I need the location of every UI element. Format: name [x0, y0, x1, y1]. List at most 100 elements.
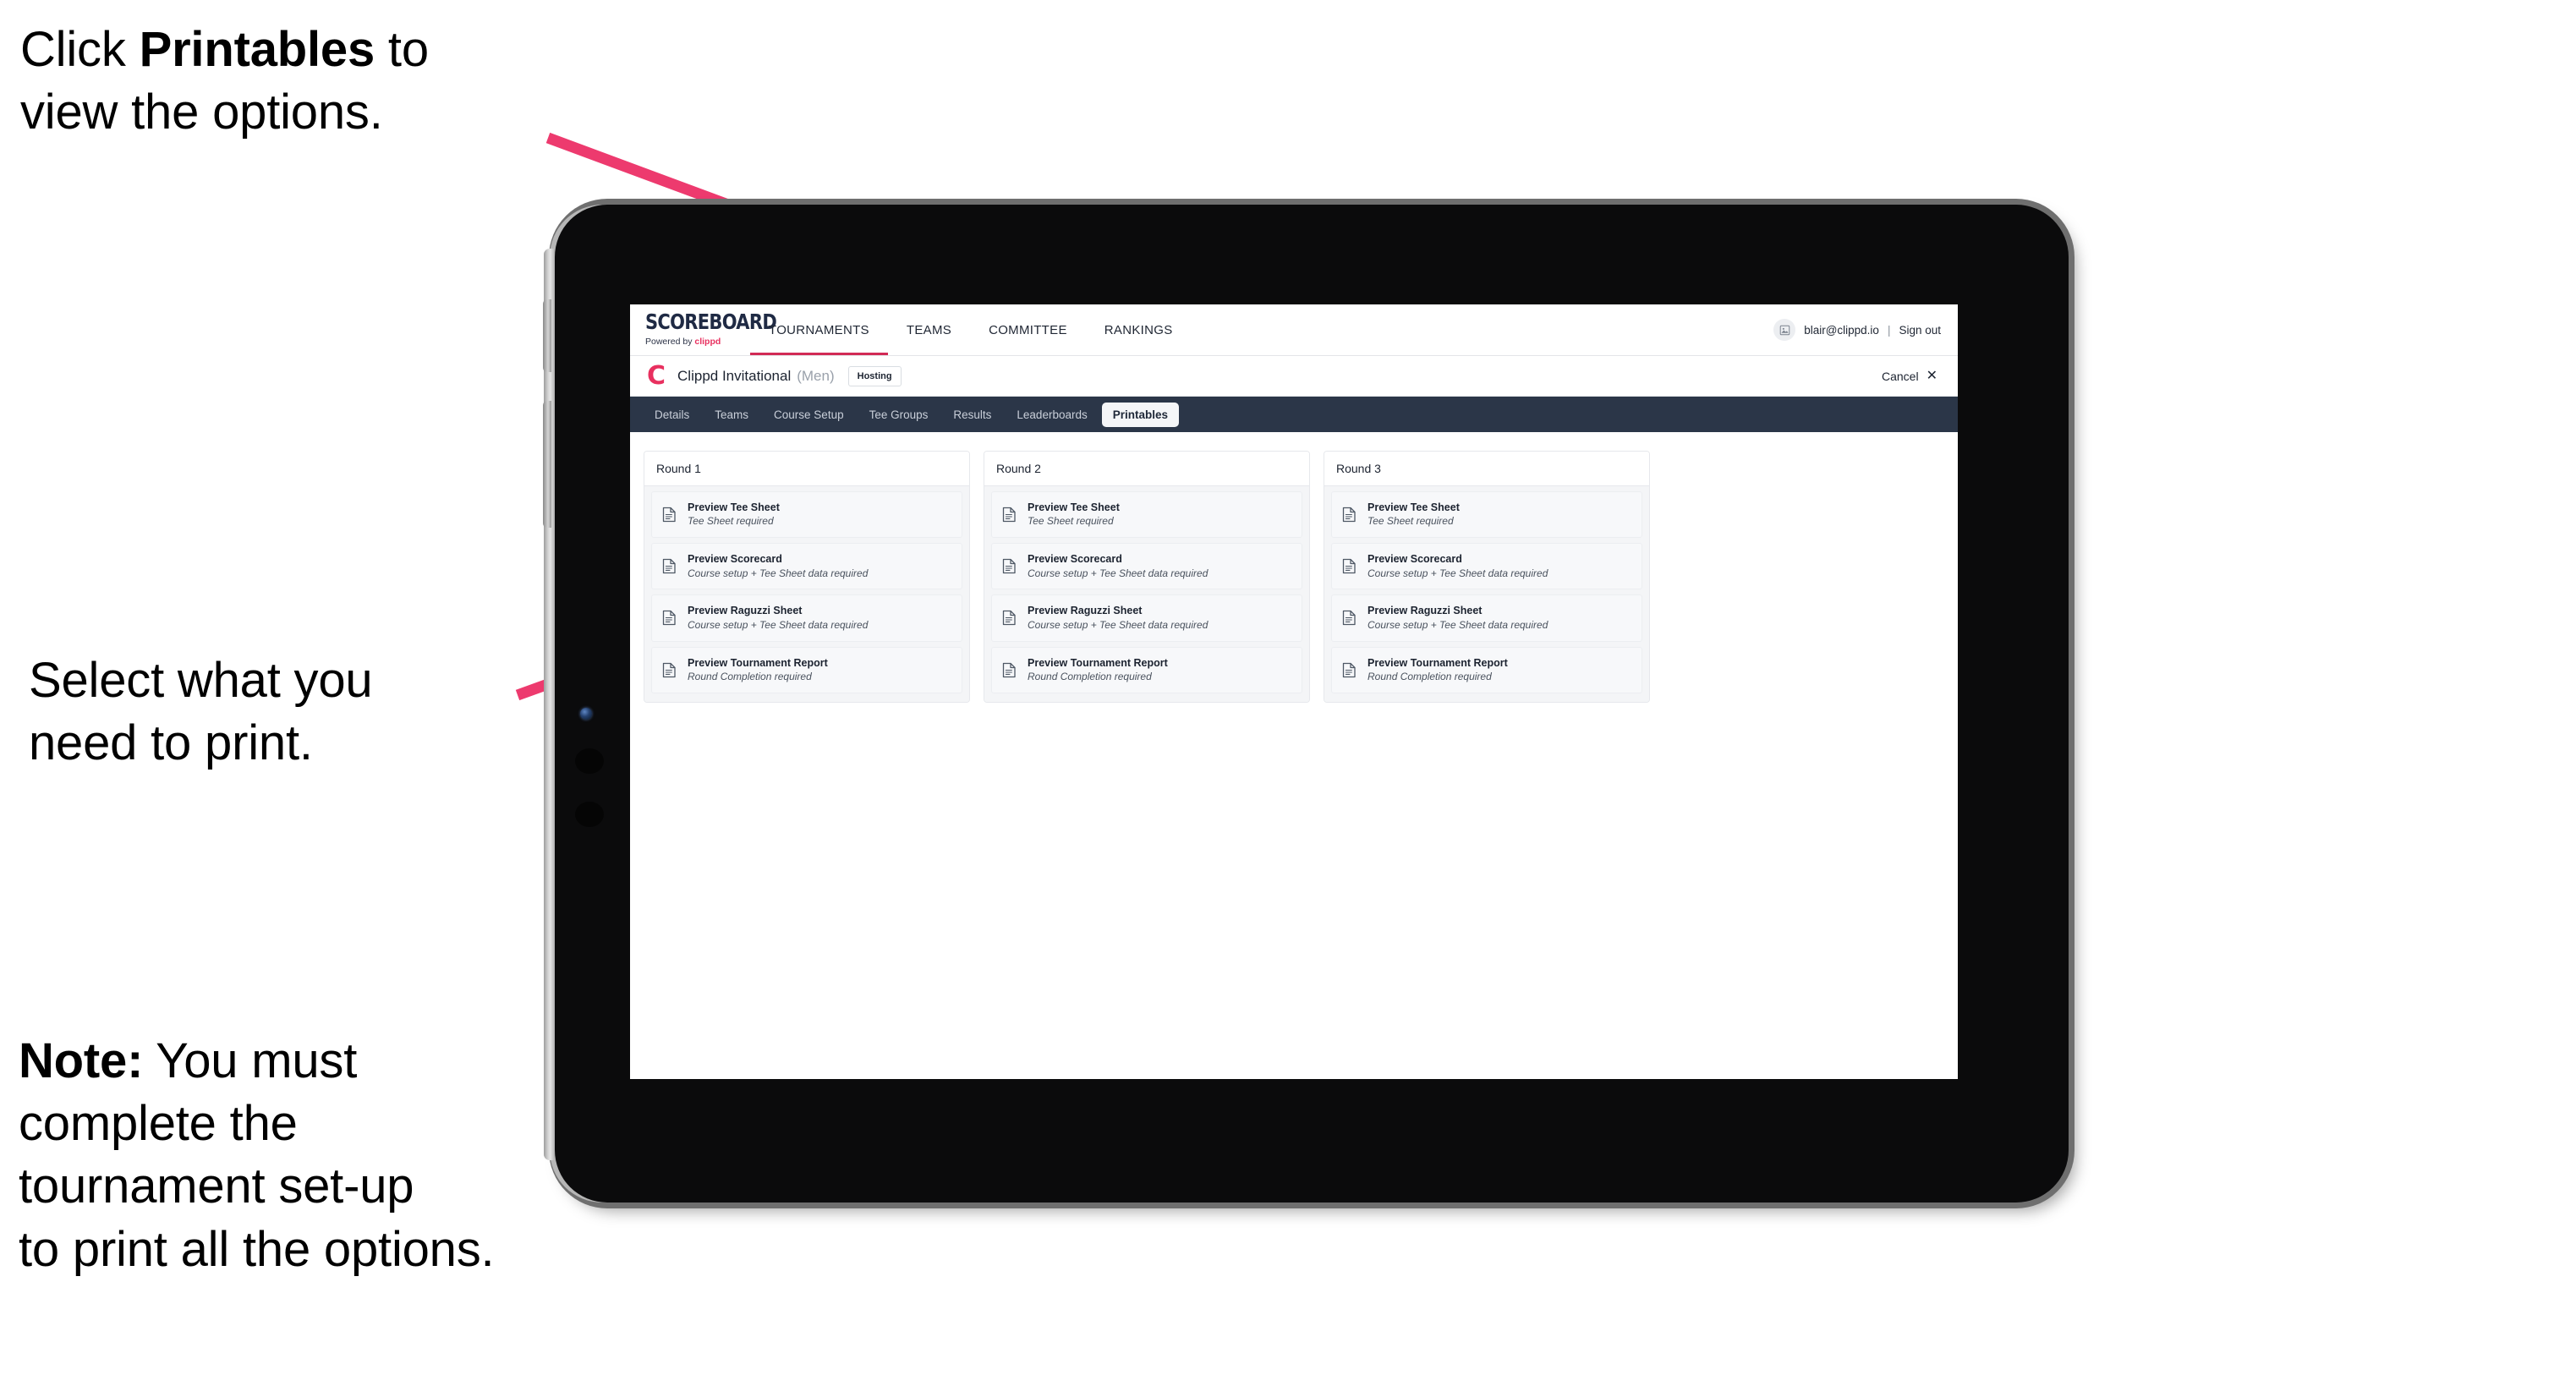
document-icon [660, 610, 677, 627]
print-option-requirement: Course setup + Tee Sheet data required [1028, 618, 1209, 631]
print-option-text: Preview Tournament Report Round Completi… [1367, 657, 1508, 683]
print-option-title: Preview Tee Sheet [688, 501, 780, 513]
brand-powered-by: Powered by clippd [645, 337, 750, 347]
account-area: blair@clippd.io | Sign out [1773, 304, 1958, 355]
section-tab-bar: Details Teams Course Setup Tee Groups Re… [630, 397, 1958, 432]
print-option-text: Preview Tournament Report Round Completi… [1028, 657, 1168, 683]
round-2-items: Preview Tee Sheet Tee Sheet required Pre… [984, 486, 1309, 702]
scoreboard-logo[interactable]: SCOREBOARD Powered by clippd [630, 304, 777, 355]
close-x-icon: ✕ [1926, 368, 1937, 383]
tournament-title-bar: C Clippd Invitational (Men) Hosting Canc… [630, 356, 1958, 397]
round-column-3: Round 3 Preview Tee Sheet Tee Sheet requ… [1324, 451, 1650, 703]
nav-item-rankings[interactable]: RANKINGS [1086, 304, 1192, 355]
document-icon [1340, 610, 1357, 627]
print-option-scorecard[interactable]: Preview Scorecard Course setup + Tee She… [991, 543, 1302, 590]
print-option-requirement: Round Completion required [1367, 670, 1492, 682]
round-1-heading: Round 1 [644, 452, 969, 486]
print-option-title: Preview Tee Sheet [1367, 501, 1460, 513]
print-option-requirement: Round Completion required [688, 670, 812, 682]
nav-item-committee[interactable]: COMMITTEE [970, 304, 1086, 355]
document-icon [1340, 558, 1357, 575]
user-email: blair@clippd.io [1804, 323, 1879, 337]
print-option-title: Preview Scorecard [1028, 553, 1122, 566]
print-option-requirement: Round Completion required [1028, 670, 1152, 682]
document-icon [1000, 661, 1017, 678]
print-option-tee-sheet[interactable]: Preview Tee Sheet Tee Sheet required [991, 491, 1302, 539]
print-option-text: Preview Scorecard Course setup + Tee She… [688, 553, 868, 579]
bezel-sensor-dot-1 [575, 748, 604, 774]
print-option-tee-sheet[interactable]: Preview Tee Sheet Tee Sheet required [1331, 491, 1642, 539]
print-option-requirement: Tee Sheet required [1367, 515, 1454, 528]
tab-details[interactable]: Details [644, 403, 700, 427]
annotation-top-bold: Printables [139, 22, 375, 77]
sign-out-link[interactable]: Sign out [1899, 324, 1941, 337]
print-option-title: Preview Tournament Report [1028, 656, 1168, 669]
powered-brand: clippd [694, 336, 721, 347]
annotation-select-to-print: Select what you need to print. [29, 653, 373, 771]
tablet-volume-button[interactable] [543, 299, 551, 372]
tab-printables[interactable]: Printables [1101, 402, 1180, 427]
print-option-tournament-report[interactable]: Preview Tournament Report Round Completi… [1331, 646, 1642, 693]
tournament-name: Clippd Invitational [677, 367, 792, 384]
tournament-gender: (Men) [797, 367, 835, 384]
print-option-title: Preview Raguzzi Sheet [1028, 605, 1143, 617]
nav-item-tournaments[interactable]: TOURNAMENTS [750, 304, 888, 355]
tablet-left-rail [544, 249, 555, 1160]
print-option-scorecard[interactable]: Preview Scorecard Course setup + Tee She… [1331, 543, 1642, 590]
print-option-tournament-report[interactable]: Preview Tournament Report Round Completi… [651, 646, 962, 693]
print-option-tournament-report[interactable]: Preview Tournament Report Round Completi… [991, 646, 1302, 693]
document-icon [1000, 610, 1017, 627]
annotation-click-printables: Click Printables to view the options. [20, 19, 562, 144]
brand-title: SCOREBOARD [645, 310, 777, 334]
document-icon [660, 558, 677, 575]
print-option-title: Preview Tee Sheet [1028, 501, 1120, 513]
print-option-tee-sheet[interactable]: Preview Tee Sheet Tee Sheet required [651, 491, 962, 539]
print-option-requirement: Course setup + Tee Sheet data required [1367, 567, 1548, 579]
print-option-text: Preview Tee Sheet Tee Sheet required [688, 501, 780, 528]
tab-tee-groups[interactable]: Tee Groups [858, 403, 940, 427]
app-screen: SCOREBOARD Powered by clippd TOURNAMENTS… [630, 304, 1958, 1079]
primary-nav: TOURNAMENTS TEAMS COMMITTEE RANKINGS [750, 304, 1192, 355]
tablet-device-frame: SCOREBOARD Powered by clippd TOURNAMENTS… [543, 205, 2069, 1202]
tab-leaderboards[interactable]: Leaderboards [1006, 403, 1098, 427]
document-icon [1000, 507, 1017, 523]
tab-course-setup[interactable]: Course Setup [763, 403, 855, 427]
user-avatar-icon[interactable] [1773, 319, 1796, 341]
print-option-title: Preview Scorecard [688, 553, 782, 566]
round-3-items: Preview Tee Sheet Tee Sheet required Pre… [1324, 486, 1649, 702]
annotation-note-bold: Note: [19, 1033, 144, 1088]
document-icon [660, 507, 677, 523]
print-option-title: Preview Raguzzi Sheet [688, 605, 803, 617]
print-option-raguzzi-sheet[interactable]: Preview Raguzzi Sheet Course setup + Tee… [991, 594, 1302, 642]
clippd-logo-icon: C [647, 360, 666, 391]
tab-teams[interactable]: Teams [704, 403, 759, 427]
print-option-text: Preview Tournament Report Round Completi… [688, 657, 828, 683]
print-option-text: Preview Scorecard Course setup + Tee She… [1028, 553, 1208, 579]
print-option-requirement: Course setup + Tee Sheet data required [688, 567, 869, 579]
tablet-power-button[interactable] [543, 401, 551, 528]
front-camera-icon [580, 708, 592, 720]
print-option-requirement: Course setup + Tee Sheet data required [1367, 618, 1548, 631]
annotation-top-prefix: Click [20, 22, 140, 77]
avatar-glyph [1779, 325, 1789, 335]
document-icon [660, 661, 677, 678]
print-option-text: Preview Raguzzi Sheet Course setup + Tee… [688, 605, 868, 631]
status-badge: Hosting [847, 365, 902, 386]
print-option-text: Preview Tee Sheet Tee Sheet required [1367, 501, 1460, 528]
cancel-label: Cancel [1882, 369, 1919, 383]
print-option-raguzzi-sheet[interactable]: Preview Raguzzi Sheet Course setup + Tee… [1331, 594, 1642, 642]
print-option-scorecard[interactable]: Preview Scorecard Course setup + Tee She… [651, 543, 962, 590]
app-top-navigation-bar: SCOREBOARD Powered by clippd TOURNAMENTS… [630, 304, 1958, 356]
print-option-raguzzi-sheet[interactable]: Preview Raguzzi Sheet Course setup + Tee… [651, 594, 962, 642]
print-option-title: Preview Scorecard [1367, 553, 1462, 566]
cancel-button[interactable]: Cancel ✕ [1882, 368, 1941, 383]
round-column-1: Round 1 Preview Tee Sheet Tee Sheet requ… [644, 451, 970, 703]
tab-results[interactable]: Results [942, 403, 1002, 427]
nav-item-teams[interactable]: TEAMS [888, 304, 970, 355]
powered-prefix: Powered by [645, 336, 695, 347]
print-option-text: Preview Scorecard Course setup + Tee She… [1367, 553, 1548, 579]
rounds-grid: Round 1 Preview Tee Sheet Tee Sheet requ… [630, 432, 1958, 703]
print-option-requirement: Course setup + Tee Sheet data required [1028, 567, 1209, 579]
print-option-text: Preview Raguzzi Sheet Course setup + Tee… [1028, 605, 1208, 631]
print-option-text: Preview Tee Sheet Tee Sheet required [1028, 501, 1120, 528]
